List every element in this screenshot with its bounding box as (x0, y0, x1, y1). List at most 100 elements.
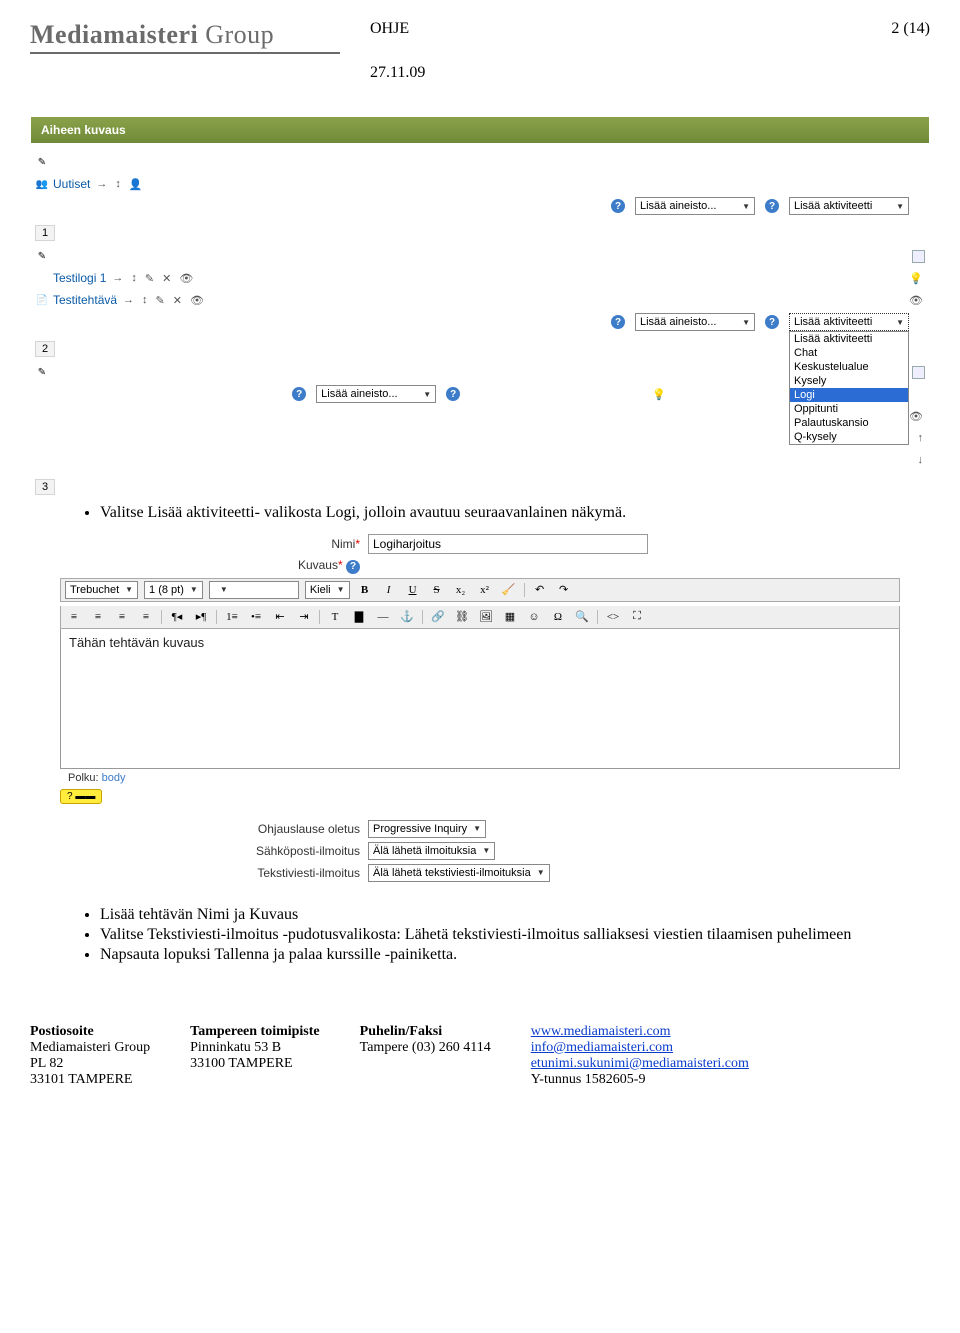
collapse-icon[interactable] (912, 366, 925, 379)
doc-header: Mediamaisteri Group OHJE 27.11.09 2 (14) (30, 20, 930, 82)
italic-button[interactable]: I (380, 581, 398, 599)
drag-icon[interactable]: ↕ (140, 294, 150, 306)
align-left-button[interactable]: ≡ (65, 608, 83, 626)
help-icon[interactable]: ? (446, 387, 460, 401)
bold-button[interactable]: B (356, 581, 374, 599)
dd-item[interactable]: Oppitunti (790, 402, 908, 416)
move-right-icon[interactable]: → (110, 272, 125, 284)
collapse-icon[interactable] (912, 250, 925, 263)
ohjaus-label: Ohjauslause oletus (30, 822, 360, 836)
footer-text: 33101 TAMPERE (30, 1072, 150, 1088)
textcolor-button[interactable]: T (326, 608, 344, 626)
ltr-button[interactable]: ¶◂ (168, 608, 186, 626)
sms-select[interactable]: Älä lähetä tekstiviesti-ilmoituksia▼ (368, 864, 550, 882)
down-icon[interactable]: ↓ (916, 454, 926, 466)
font-select[interactable]: Trebuchet▼ (65, 581, 138, 599)
underline-button[interactable]: U (404, 581, 422, 599)
dd-item[interactable]: Kysely (790, 374, 908, 388)
strike-button[interactable]: S (428, 581, 446, 599)
edit-icon[interactable]: ✎ (35, 365, 49, 379)
editor-textarea[interactable]: Tähän tehtävän kuvaus (60, 629, 900, 769)
ohjaus-select[interactable]: Progressive Inquiry▼ (368, 820, 486, 838)
doc-footer: Postiosoite Mediamaisteri Group PL 82 33… (30, 1024, 930, 1088)
dd-item[interactable]: Q-kysely (790, 430, 908, 444)
delete-icon[interactable]: ✕ (171, 294, 184, 307)
up-icon[interactable]: ↑ (916, 432, 926, 444)
help-icon[interactable]: ? (346, 560, 360, 574)
add-activity-select[interactable]: Lisää aktiviteetti▼ (789, 197, 909, 215)
add-resource-select[interactable]: Lisää aineisto...▼ (635, 197, 755, 215)
redo-button[interactable]: ↷ (555, 581, 573, 599)
move-right-icon[interactable]: → (121, 294, 136, 306)
drag-icon[interactable]: ↕ (113, 178, 123, 190)
footer-link[interactable]: info@mediamaisteri.com (531, 1040, 749, 1056)
footer-text: Mediamaisteri Group (30, 1040, 150, 1056)
undo-button[interactable]: ↶ (531, 581, 549, 599)
search-button[interactable]: 🔍 (573, 608, 591, 626)
help-icon[interactable]: ? (611, 315, 625, 329)
delete-icon[interactable]: ✕ (160, 272, 173, 285)
lang-select[interactable]: Kieli▼ (305, 581, 350, 599)
drag-icon[interactable]: ↕ (129, 272, 139, 284)
size-select[interactable]: 1 (8 pt)▼ (144, 581, 203, 599)
edit-icon[interactable]: ✎ (35, 249, 49, 263)
fullscreen-button[interactable]: ⛶ (628, 608, 646, 626)
hide-icon[interactable]: 👁 (177, 272, 195, 285)
emoji-button[interactable]: ☺ (525, 608, 543, 626)
eye-icon[interactable]: 👁 (907, 410, 925, 423)
testitehtava-link[interactable]: Testitehtävä (53, 293, 117, 307)
eye-icon[interactable]: 👁 (907, 294, 925, 307)
align-center-button[interactable]: ≡ (89, 608, 107, 626)
edit-icon[interactable]: ✎ (143, 272, 156, 285)
lightbulb-icon[interactable]: 💡 (907, 272, 925, 285)
ul-button[interactable]: •≡ (247, 608, 265, 626)
email-select[interactable]: Älä lähetä ilmoituksia▼ (368, 842, 495, 860)
help-button[interactable]: ? ▬▬ (60, 789, 102, 804)
bgcolor-button[interactable]: ▇ (350, 608, 368, 626)
add-resource-select[interactable]: Lisää aineisto...▼ (635, 313, 755, 331)
char-button[interactable]: Ω (549, 608, 567, 626)
help-icon[interactable]: ? (611, 199, 625, 213)
align-right-button[interactable]: ≡ (113, 608, 131, 626)
style-select[interactable]: ▼ (209, 581, 299, 599)
outdent-button[interactable]: ⇤ (271, 608, 289, 626)
rtl-button[interactable]: ▸¶ (192, 608, 210, 626)
footer-link[interactable]: etunimi.sukunimi@mediamaisteri.com (531, 1056, 749, 1072)
ol-button[interactable]: 1≡ (223, 608, 241, 626)
dd-item[interactable]: Chat (790, 346, 908, 360)
add-resource-select[interactable]: Lisää aineisto...▼ (316, 385, 436, 403)
align-justify-button[interactable]: ≡ (137, 608, 155, 626)
clean-button[interactable]: 🧹 (500, 581, 518, 599)
image-button[interactable]: 🖼 (477, 608, 495, 626)
edit-icon[interactable]: ✎ (154, 294, 167, 307)
activity-dropdown[interactable]: Lisää aktiviteetti Chat Keskustelualue K… (789, 331, 909, 445)
sup-button[interactable]: x² (476, 581, 494, 599)
dd-item[interactable]: Palautuskansio (790, 416, 908, 430)
news-link[interactable]: Uutiset (53, 177, 90, 191)
table-button[interactable]: ▦ (501, 608, 519, 626)
indent-button[interactable]: ⇥ (295, 608, 313, 626)
dd-item[interactable]: Lisää aktiviteetti (790, 332, 908, 346)
hr-button[interactable]: — (374, 608, 392, 626)
dd-item-selected[interactable]: Logi (790, 388, 908, 402)
groups-icon[interactable]: 👤 (127, 178, 145, 191)
dd-item[interactable]: Keskustelualue (790, 360, 908, 374)
sub-button[interactable]: x₂ (452, 581, 470, 599)
edit-icon[interactable]: ✎ (35, 155, 49, 169)
hide-icon[interactable]: 👁 (188, 294, 206, 307)
link-button[interactable]: 🔗 (429, 608, 447, 626)
name-input[interactable]: Logiharjoitus (368, 534, 648, 554)
help-icon[interactable]: ? (765, 199, 779, 213)
instruction-2b: Valitse Tekstiviesti-ilmoitus -pudotusva… (100, 926, 930, 944)
move-right-icon[interactable]: → (94, 178, 109, 190)
unlink-button[interactable]: ⛓ (453, 608, 471, 626)
add-activity-select-open[interactable]: Lisää aktiviteetti▼ (789, 313, 909, 331)
anchor-button[interactable]: ⚓ (398, 608, 416, 626)
help-icon[interactable]: ? (292, 387, 306, 401)
html-button[interactable]: <> (604, 608, 622, 626)
footer-text: PL 82 (30, 1056, 150, 1072)
help-icon[interactable]: ? (765, 315, 779, 329)
footer-link[interactable]: www.mediamaisteri.com (531, 1024, 749, 1040)
lightbulb-icon[interactable]: 💡 (650, 388, 668, 401)
testilogi-link[interactable]: Testilogi 1 (53, 271, 106, 285)
